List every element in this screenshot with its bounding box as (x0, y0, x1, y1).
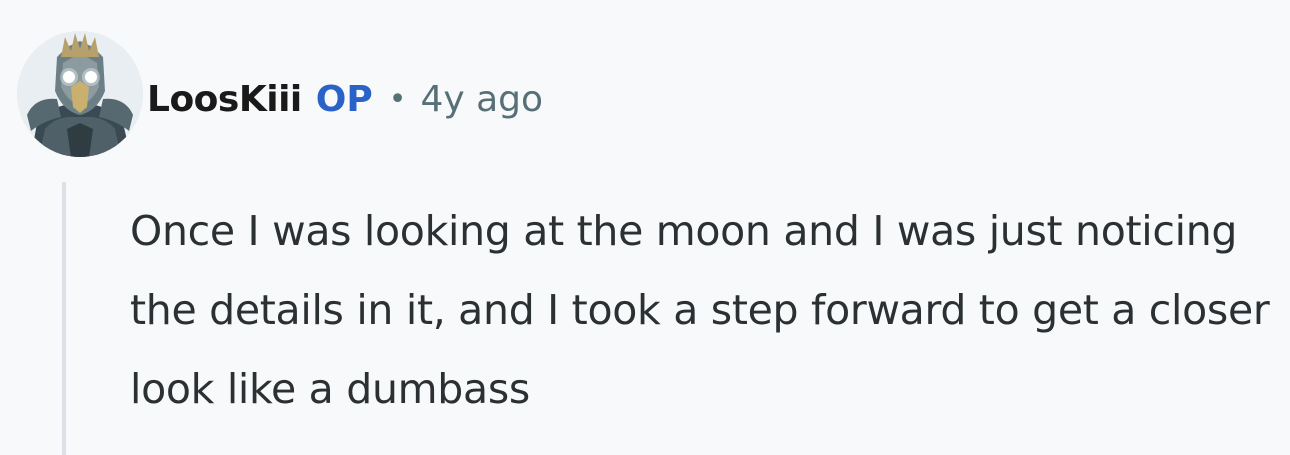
author-username[interactable]: LoosKiii (147, 79, 302, 120)
comment-timestamp[interactable]: 4y ago (420, 79, 543, 120)
comment-header: LoosKiii OP • 4y ago (147, 72, 543, 126)
op-badge: OP (315, 78, 373, 120)
armored-knight-avatar-icon (17, 31, 143, 157)
user-avatar[interactable] (17, 31, 143, 157)
comment-body: Once I was looking at the moon and I was… (130, 207, 1270, 413)
meta-separator: • (388, 81, 407, 117)
thread-collapse-line[interactable] (62, 182, 66, 455)
comment: LoosKiii OP • 4y ago Once I was looking … (0, 0, 1290, 455)
